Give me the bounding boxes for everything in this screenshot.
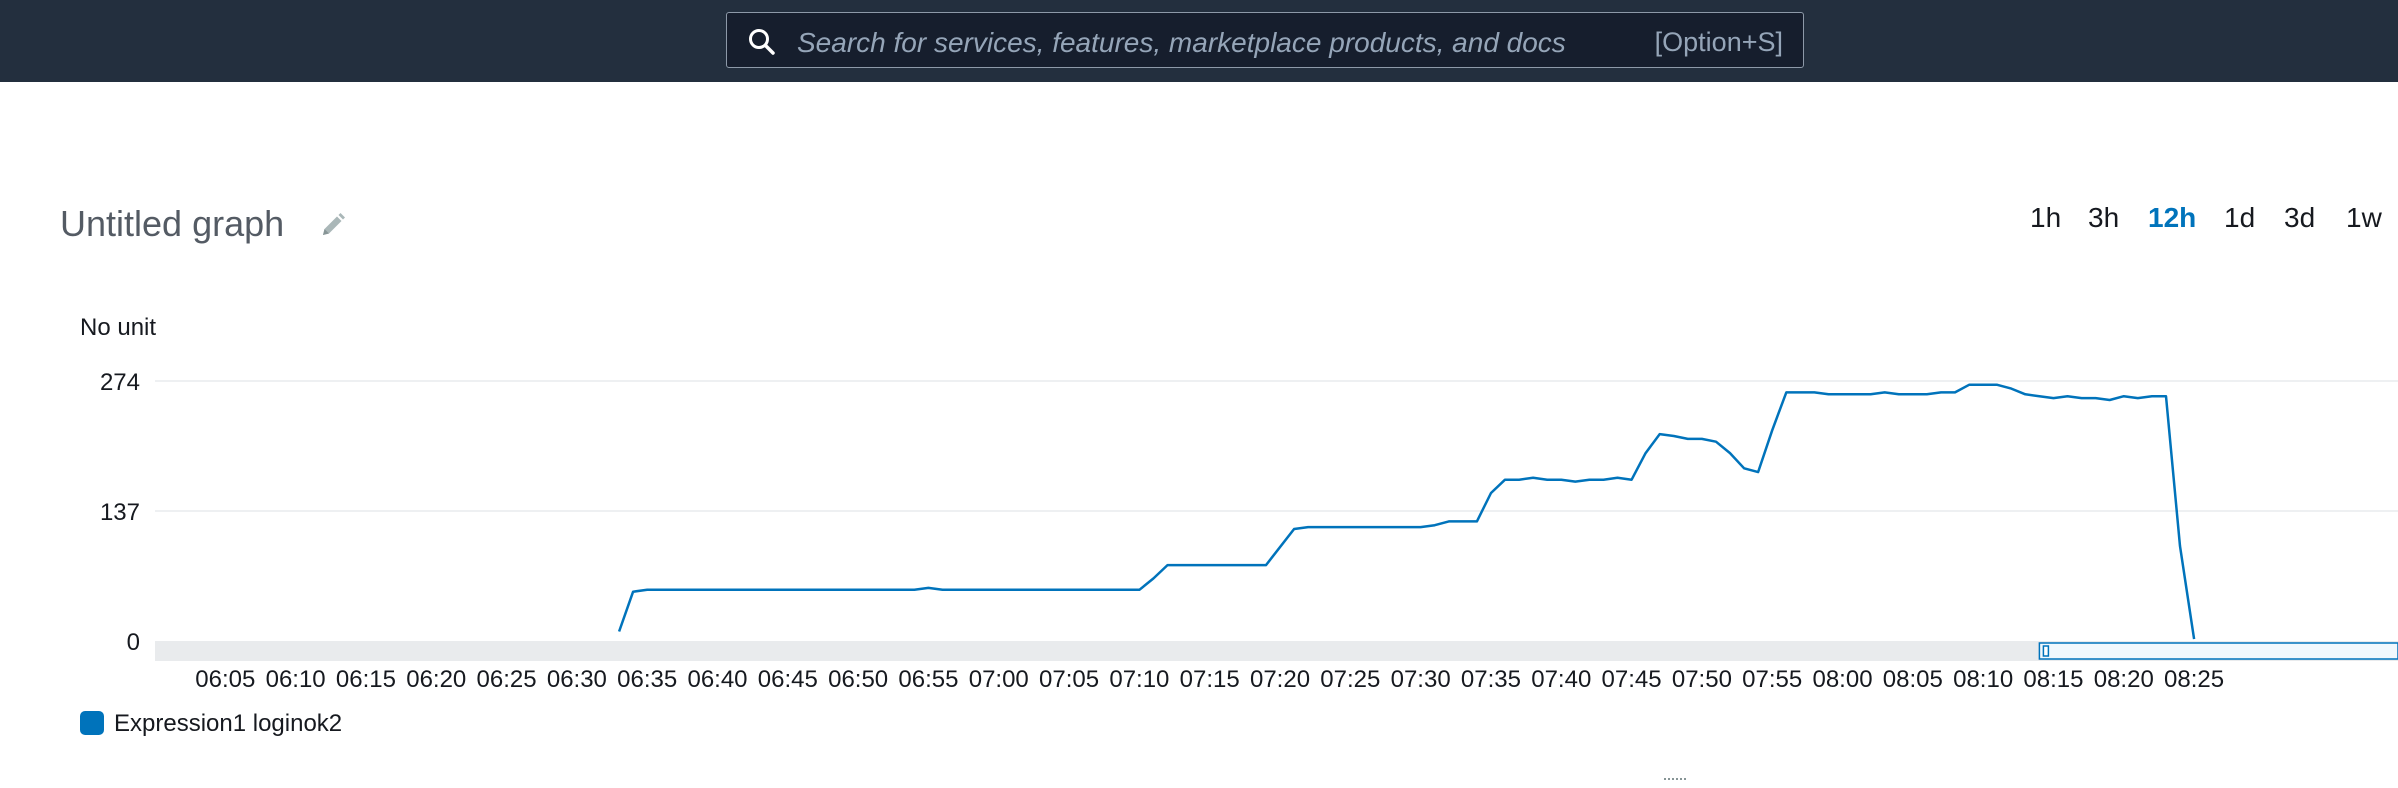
x-tick-label: 08:15	[2023, 666, 2083, 693]
x-tick-label: 07:25	[1320, 666, 1380, 693]
search-bar[interactable]: Search for services, features, marketpla…	[726, 12, 1804, 68]
x-tick-label: 06:35	[617, 666, 677, 693]
x-tick-label: 08:20	[2094, 666, 2154, 693]
range-1h-button[interactable]: 1h	[2030, 202, 2061, 234]
x-tick-label: 07:50	[1672, 666, 1732, 693]
search-shortcut-hint: [Option+S]	[1654, 27, 1783, 57]
range-3d-button[interactable]: 3d	[2284, 202, 2315, 234]
graph-title: Untitled graph	[60, 203, 285, 244]
x-tick-label: 08:05	[1883, 666, 1943, 693]
x-tick-label: 06:30	[547, 666, 607, 693]
selection-brush	[2038, 642, 2398, 660]
x-tick-label: 07:55	[1742, 666, 1802, 693]
search-placeholder[interactable]: Search for services, features, marketpla…	[797, 27, 1566, 59]
x-tick-label: 08:25	[2164, 666, 2224, 693]
x-tick-label: 06:50	[828, 666, 888, 693]
x-tick-label: 07:00	[969, 666, 1029, 693]
x-tick-label: 07:20	[1250, 666, 1310, 693]
top-navigation-bar: Search for services, features, marketpla…	[0, 0, 2398, 82]
legend-series-label[interactable]: Expression1 loginok2	[114, 710, 342, 738]
series-line	[617, 383, 2196, 640]
x-tick-label: 07:45	[1602, 666, 1662, 693]
x-tick-label: 07:40	[1531, 666, 1591, 693]
x-tick-label: 07:15	[1180, 666, 1240, 693]
y-tick-label: 274	[100, 369, 140, 396]
range-1w-button[interactable]: 1w	[2346, 202, 2382, 234]
x-tick-label: 07:05	[1039, 666, 1099, 693]
x-tick-label: 06:05	[195, 666, 255, 693]
range-1d-button[interactable]: 1d	[2224, 202, 2255, 234]
line-chart: 0 137 274 06:05 06:10 06:15 06:20 06:25 06:30 06:…	[100, 369, 2398, 693]
x-tick-label: 06:20	[406, 666, 466, 693]
pencil-icon[interactable]	[318, 210, 348, 240]
x-tick-label: 06:10	[266, 666, 326, 693]
x-tick-label: 06:25	[477, 666, 537, 693]
x-tick-label: 06:40	[687, 666, 747, 693]
x-tick-label: 07:10	[1109, 666, 1169, 693]
resize-handle[interactable]	[1664, 778, 1686, 782]
x-tick-label: 07:35	[1461, 666, 1521, 693]
x-tick-label: 08:00	[1812, 666, 1872, 693]
y-axis-unit-label: No unit	[80, 314, 157, 341]
y-tick-label: 137	[100, 499, 140, 526]
legend-swatch[interactable]	[80, 711, 104, 735]
x-tick-label: 07:30	[1391, 666, 1451, 693]
x-tick-label: 06:55	[898, 666, 958, 693]
search-icon	[749, 29, 775, 55]
range-3h-button[interactable]: 3h	[2088, 202, 2119, 234]
x-tick-label: 06:15	[336, 666, 396, 693]
brush-handle	[2042, 645, 2050, 657]
range-12h-button[interactable]: 12h	[2148, 202, 2196, 234]
x-tick-label: 08:10	[1953, 666, 2013, 693]
y-tick-label: 0	[127, 629, 140, 656]
x-tick-label: 06:45	[758, 666, 818, 693]
